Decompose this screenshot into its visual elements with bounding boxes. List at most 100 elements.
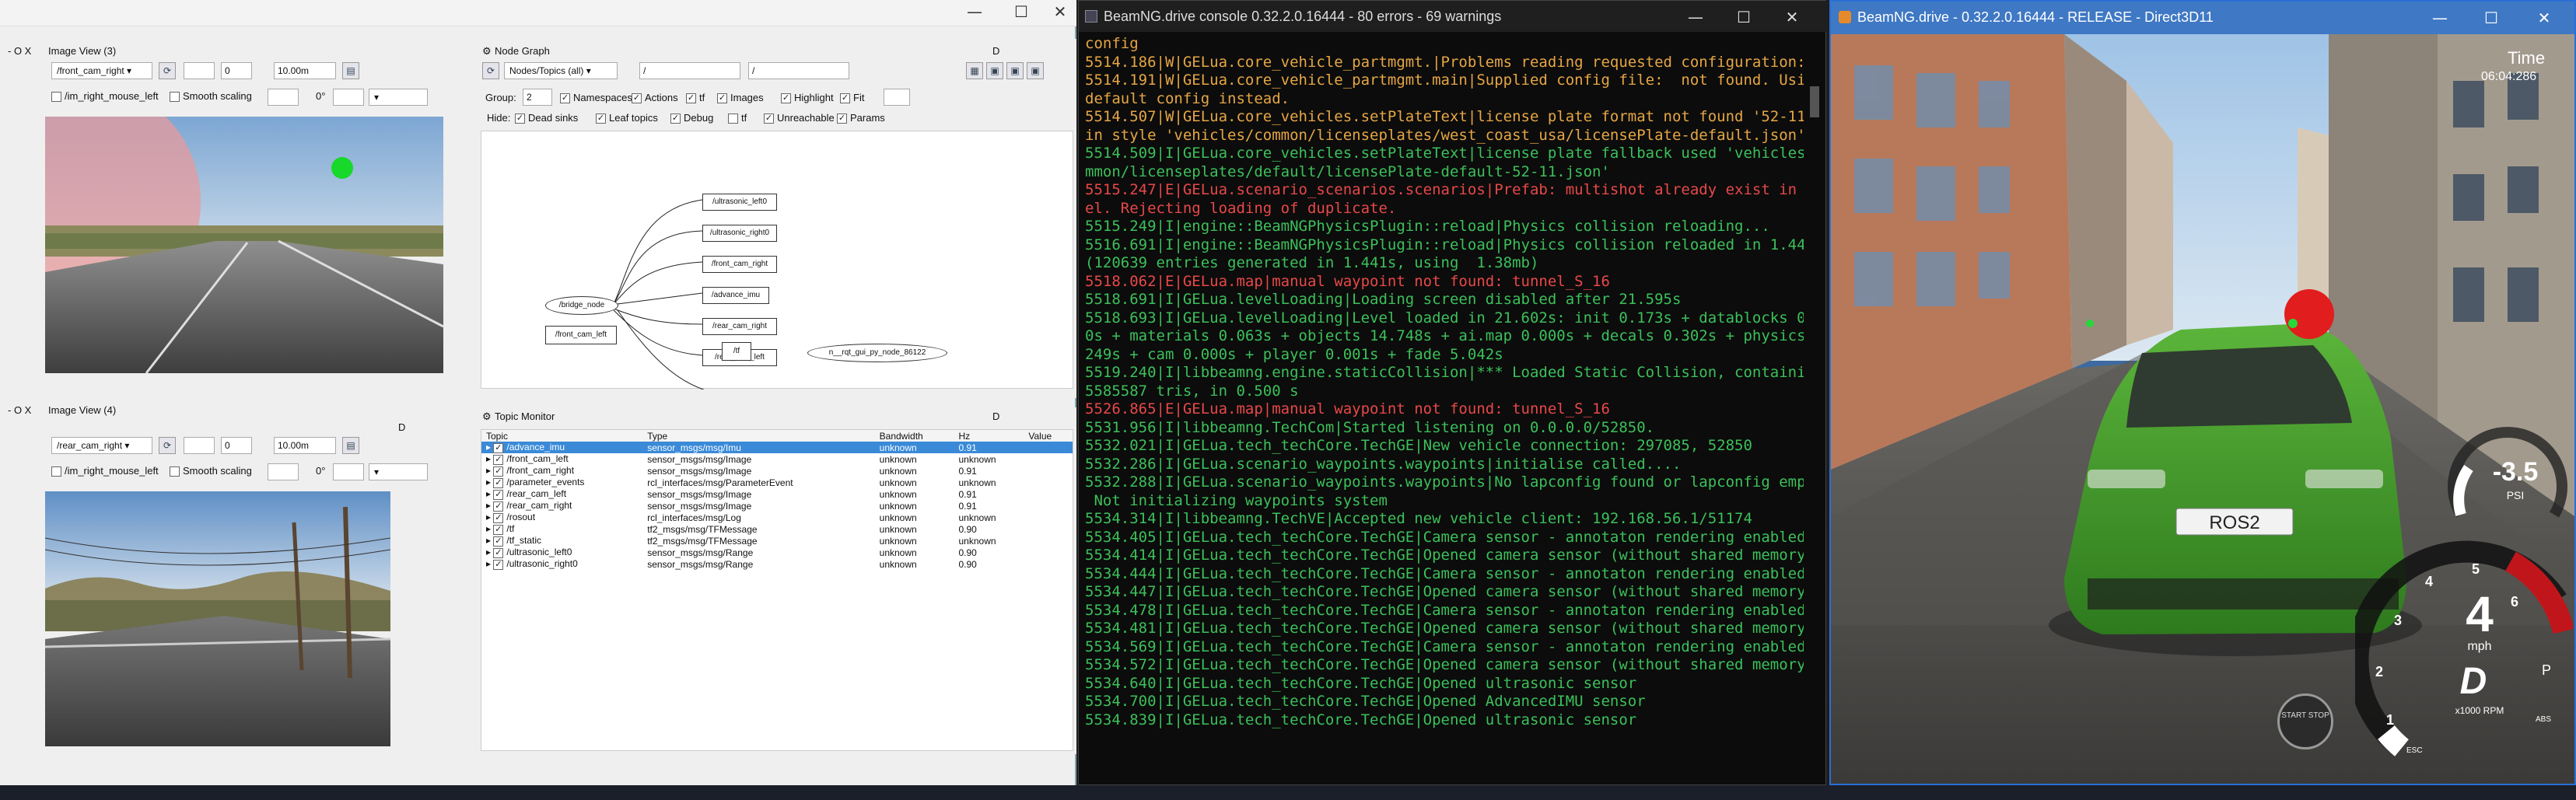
topic-checkbox[interactable]: ✓ [493,454,504,465]
column-header[interactable]: Topic [481,430,642,442]
minimize-icon[interactable]: — [1678,5,1713,29]
topic-checkbox[interactable]: ✓ [493,536,504,547]
save-icon[interactable]: ▤ [342,437,359,454]
expand-icon[interactable]: ▸ [486,453,493,464]
expand-icon[interactable]: ▸ [486,442,493,452]
table-row[interactable]: ▸ ✓/rear_cam_right sensor_msgs/msg/Image u… [481,500,1073,512]
rotation-box[interactable] [333,89,364,106]
expand-icon[interactable]: ▸ [486,477,493,487]
maximize-icon[interactable]: ☐ [1003,0,1039,23]
dead-sinks-checkbox[interactable]: ✓ Dead sinks [515,112,578,124]
topic-checkbox[interactable]: ✓ [493,512,504,523]
table-row[interactable]: ▸ ✓/ultrasonic_left0 sensor_msgs/msg/Rang… [481,547,1073,558]
node-rqt-gui[interactable]: n__rqt_gui_py_node_86122 [807,344,947,362]
console-scrollbar[interactable] [1810,86,1819,117]
close-icon[interactable]: ✕ [1042,0,1078,23]
node-tf[interactable]: /tf [722,342,751,361]
topic-select[interactable]: /rear_cam_right ▾ [51,437,152,454]
save-dot-icon[interactable]: ▣ [986,62,1003,79]
topic-checkbox[interactable]: ✓ [493,501,504,512]
table-row[interactable]: ▸ ✓/rear_cam_left sensor_msgs/msg/Image un… [481,488,1073,500]
topic-checkbox[interactable]: ✓ [493,442,504,453]
highlight-checkbox[interactable]: ✓ Highlight [781,92,834,104]
blank-box[interactable] [184,437,215,454]
minimize-icon[interactable]: — [2422,6,2458,30]
rotation-box[interactable] [333,463,364,480]
leaf-topics-checkbox[interactable]: ✓ Leaf topics [596,112,658,124]
refresh-icon[interactable]: ⟳ [159,437,176,454]
topic-select[interactable]: /front_cam_right ▾ [51,62,152,79]
tf-hide-checkbox[interactable]: tf [728,112,747,124]
scale-box[interactable] [268,89,299,106]
expand-icon[interactable]: ▸ [486,465,493,476]
topic-filter-input[interactable]: / [748,62,849,79]
rotation-select[interactable]: ▾ [369,463,428,480]
graph-mode-select[interactable]: Nodes/Topics (all) ▾ [504,62,618,79]
close-icon[interactable]: ✕ [1774,5,1810,29]
expand-icon[interactable]: ▸ [486,500,493,511]
topic-checkbox[interactable]: ✓ [493,489,504,500]
maximize-icon[interactable]: ☐ [2473,6,2509,30]
console-output[interactable]: config 5514.186|W|GELua.core_vehicle_part… [1085,35,1804,774]
load-icon[interactable]: ▦ [966,62,983,79]
close-icon[interactable]: ✕ [2526,6,2562,30]
node-advance-imu[interactable]: /advance_imu [702,287,769,304]
group-spinbox[interactable]: 2 [523,89,552,106]
blank-box[interactable] [184,62,215,79]
table-row[interactable]: ▸ ✓/tf tf2_msgs/msg/TFMessage unknown 0.90 [481,523,1073,535]
fit-button[interactable] [884,89,910,106]
column-header[interactable]: Hz [954,430,1024,442]
save-icon[interactable]: ▤ [342,62,359,79]
expand-icon[interactable]: ▸ [486,512,493,522]
save-image-icon[interactable]: ▣ [1027,62,1044,79]
expand-icon[interactable]: ▸ [486,558,493,569]
topic-checkbox[interactable]: ✓ [493,559,504,570]
table-row[interactable]: ▸ ✓/tf_static tf2_msgs/msg/TFMessage unkno… [481,535,1073,547]
unreachable-checkbox[interactable]: ✓ Unreachable [764,112,835,124]
rotation-select[interactable]: ▾ [369,89,428,106]
graph-canvas[interactable]: /ultrasonic_left0 /ultrasonic_right0 /fr… [481,131,1073,390]
node-ultrasonic-left[interactable]: /ultrasonic_left0 [702,194,777,211]
table-row[interactable]: ▸ ✓/advance_imu sensor_msgs/msg/Imu unknow… [481,442,1073,453]
node-filter-input[interactable]: / [639,62,740,79]
panel-controls[interactable]: - O X [8,45,31,57]
topic-checkbox[interactable]: ✓ [493,524,504,535]
debug-checkbox[interactable]: ✓ Debug [670,112,713,124]
node-front-cam-right[interactable]: /front_cam_right [702,256,777,273]
scale-box[interactable] [268,463,299,480]
table-row[interactable]: ▸ ✓/parameter_events rcl_interfaces/msg/P… [481,477,1073,488]
zero-spinbox[interactable]: 0 [221,62,252,79]
table-row[interactable]: ▸ ✓/rosout rcl_interfaces/msg/Log unknown u… [481,512,1073,523]
zero-spinbox[interactable]: 0 [221,437,252,454]
table-row[interactable]: ▸ ✓/front_cam_right sensor_msgs/msg/Image… [481,465,1073,477]
header-flags[interactable]: D [992,45,999,57]
save-svg-icon[interactable]: ▣ [1006,62,1024,79]
topic-checkbox[interactable]: ✓ [493,547,504,558]
expand-icon[interactable]: ▸ [486,488,493,499]
tf-checkbox[interactable]: ✓ tf [686,92,705,104]
smooth-scaling-checkbox[interactable]: Smooth scaling [170,90,252,103]
start-stop-button[interactable]: START STOP [2277,693,2333,749]
node-ultrasonic-right[interactable]: /ultrasonic_right0 [702,225,777,242]
refresh-icon[interactable]: ⟳ [159,62,176,79]
column-header[interactable]: Type [642,430,874,442]
expand-icon[interactable]: ▸ [486,523,493,534]
header-flags[interactable]: D [398,421,405,433]
panel-controls[interactable]: - O X [8,404,31,416]
mouse-topic-checkbox[interactable]: /im_right_mouse_left [51,90,159,103]
node-front-cam-left[interactable]: /front_cam_left [545,326,617,344]
table-row[interactable]: ▸ ✓/ultrasonic_right0 sensor_msgs/msg/Ran… [481,558,1073,570]
namespaces-checkbox[interactable]: ✓ Namespaces [560,92,632,104]
distance-field[interactable]: 10.00m [274,62,336,79]
expand-icon[interactable]: ▸ [486,535,493,546]
distance-field[interactable]: 10.00m [274,437,336,454]
maximize-icon[interactable]: ☐ [1726,5,1762,29]
fit-checkbox[interactable]: ✓ Fit [840,92,864,104]
actions-checkbox[interactable]: ✓ Actions [632,92,678,104]
expand-icon[interactable]: ▸ [486,547,493,557]
header-flags[interactable]: D [992,410,999,422]
table-row[interactable]: ▸ ✓/front_cam_left sensor_msgs/msg/Image u… [481,453,1073,465]
smooth-scaling-checkbox[interactable]: Smooth scaling [170,465,252,477]
column-header[interactable]: Value [1024,430,1073,442]
node-bridge[interactable]: /bridge_node [545,296,618,315]
